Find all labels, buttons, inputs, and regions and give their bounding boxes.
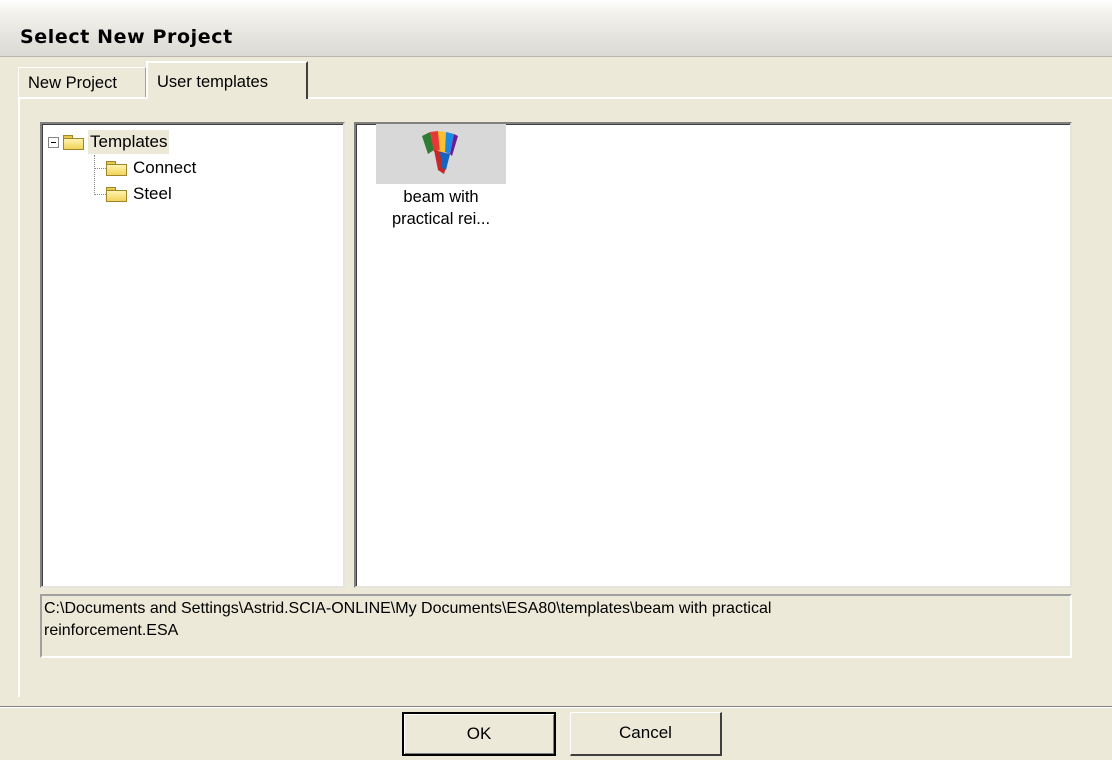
collapse-icon[interactable] <box>48 136 59 148</box>
tree-line <box>94 194 106 195</box>
template-tree[interactable]: Templates Connect Steel <box>40 122 345 588</box>
selected-path-line1: C:\Documents and Settings\Astrid.SCIA-ON… <box>44 600 772 617</box>
tree-item-label: Steel <box>133 184 172 203</box>
tree-item-label: Templates <box>88 130 170 154</box>
file-item-beam-template[interactable]: beam with practical rei... <box>374 124 508 230</box>
title-bar[interactable]: Select New Project <box>0 0 1112 57</box>
cancel-button[interactable]: Cancel <box>570 712 722 756</box>
window-title: Select New Project <box>20 26 233 48</box>
tree-line <box>94 155 95 195</box>
folder-icon <box>106 161 127 176</box>
project-template-icon <box>422 131 458 174</box>
file-item-thumbnail <box>376 124 506 184</box>
tree-item-templates[interactable]: Templates <box>48 130 170 154</box>
folder-icon <box>63 135 84 150</box>
folder-icon <box>106 187 127 202</box>
selected-path-line2: reinforcement.ESA <box>44 622 179 639</box>
tree-item-connect[interactable]: Connect <box>106 156 198 180</box>
tree-item-label: Connect <box>133 158 197 177</box>
file-item-label-line2: practical rei... <box>391 210 491 228</box>
selected-path: C:\Documents and Settings\Astrid.SCIA-ON… <box>40 594 1072 658</box>
tab-user-templates[interactable]: User templates <box>146 61 308 99</box>
ok-button[interactable]: OK <box>402 712 556 756</box>
tree-line <box>94 168 106 169</box>
file-item-label-line1: beam with <box>403 188 479 206</box>
tree-item-steel[interactable]: Steel <box>106 182 174 206</box>
divider <box>0 706 1112 708</box>
tab-new-project[interactable]: New Project <box>18 67 146 97</box>
